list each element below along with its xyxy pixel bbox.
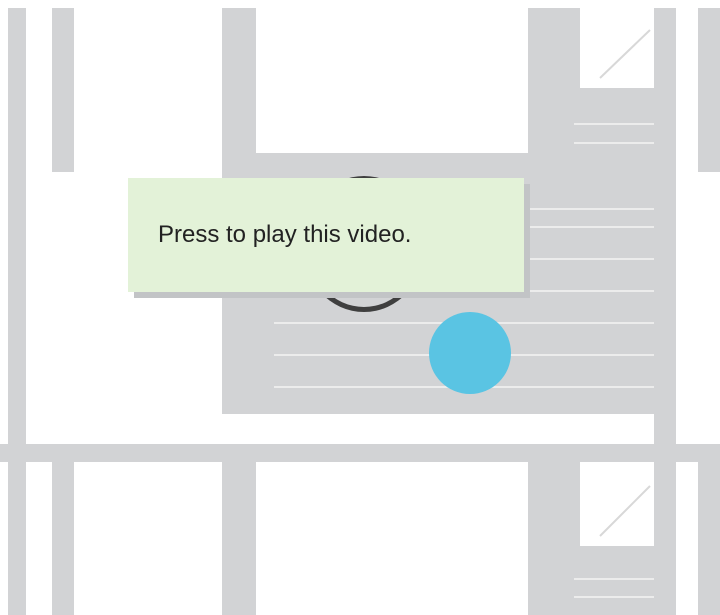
video-thumbnail[interactable] — [256, 8, 528, 153]
right-edge-column — [698, 8, 720, 172]
left-column-bar — [52, 8, 74, 172]
left-edge-bar — [8, 8, 26, 450]
tooltip: Press to play this video. — [128, 178, 524, 292]
text-line — [574, 578, 654, 580]
touch-indicator-icon — [429, 312, 511, 394]
video-thumbnail[interactable] — [256, 462, 528, 615]
video-card-bottom[interactable] — [222, 462, 654, 615]
text-line — [522, 258, 654, 260]
text-line — [522, 290, 654, 292]
row-separator — [0, 444, 720, 462]
text-line — [574, 596, 654, 598]
tooltip-text: Press to play this video. — [158, 221, 412, 248]
text-line — [574, 142, 654, 144]
left-column-bar-bottom — [52, 462, 74, 615]
right-divider-bar[interactable] — [654, 8, 676, 615]
text-line — [522, 226, 654, 228]
image-placeholder-icon — [580, 462, 654, 546]
text-line — [522, 208, 654, 210]
right-edge-column-bottom — [698, 462, 720, 615]
image-placeholder-icon — [580, 8, 654, 88]
text-line — [574, 123, 654, 125]
left-edge-bar-bottom — [8, 462, 26, 615]
